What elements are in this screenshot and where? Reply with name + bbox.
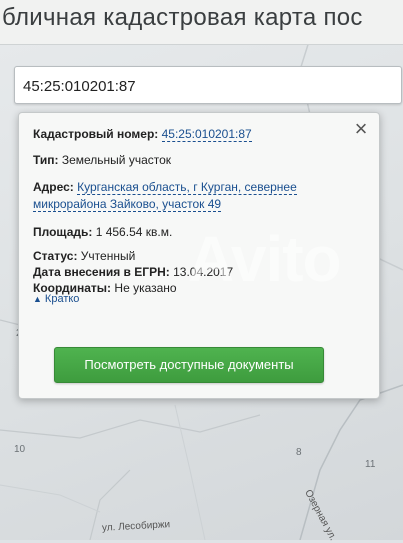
map-label: 11 — [365, 459, 376, 470]
address-label: Адрес: — [33, 180, 74, 194]
cadastral-label: Кадастровый номер: — [33, 127, 159, 141]
address-row: Адрес: Курганская область, г Курган, сев… — [33, 179, 333, 213]
coords-value: Не указано — [114, 281, 177, 295]
area-row: Площадь: 1 456.54 кв.м. — [33, 225, 172, 239]
search-box[interactable] — [14, 66, 402, 104]
type-row: Тип: Земельный участок — [33, 153, 171, 167]
status-label: Статус: — [33, 249, 78, 263]
search-input[interactable] — [21, 73, 385, 99]
type-label: Тип: — [33, 153, 59, 167]
map-label: 8 — [296, 447, 302, 458]
date-label: Дата внесения в ЕГРН: — [33, 265, 170, 279]
map-label: 10 — [14, 444, 26, 455]
cadastral-row: Кадастровый номер: 45:25:010201:87 — [33, 127, 252, 142]
close-icon[interactable]: × — [349, 117, 373, 141]
area-label: Площадь: — [33, 225, 93, 239]
view-documents-button[interactable]: Посмотреть доступные документы — [54, 347, 324, 383]
watermark-logo: Avito — [188, 223, 342, 295]
status-value: Учтенный — [80, 249, 136, 263]
type-value: Земельный участок — [61, 153, 172, 167]
brief-link[interactable]: ▲ Кратко — [33, 293, 79, 305]
status-row: Статус: Учтенный — [33, 249, 135, 263]
area-value: 1 456.54 кв.м. — [95, 225, 173, 239]
brief-label: Кратко — [44, 293, 80, 305]
page-title: бличная кадастровая карта пос — [2, 4, 363, 31]
header: бличная кадастровая карта пос — [0, 0, 403, 45]
triangle-up-icon: ▲ — [33, 294, 42, 304]
cadastral-number-link[interactable]: 45:25:010201:87 — [161, 127, 252, 142]
